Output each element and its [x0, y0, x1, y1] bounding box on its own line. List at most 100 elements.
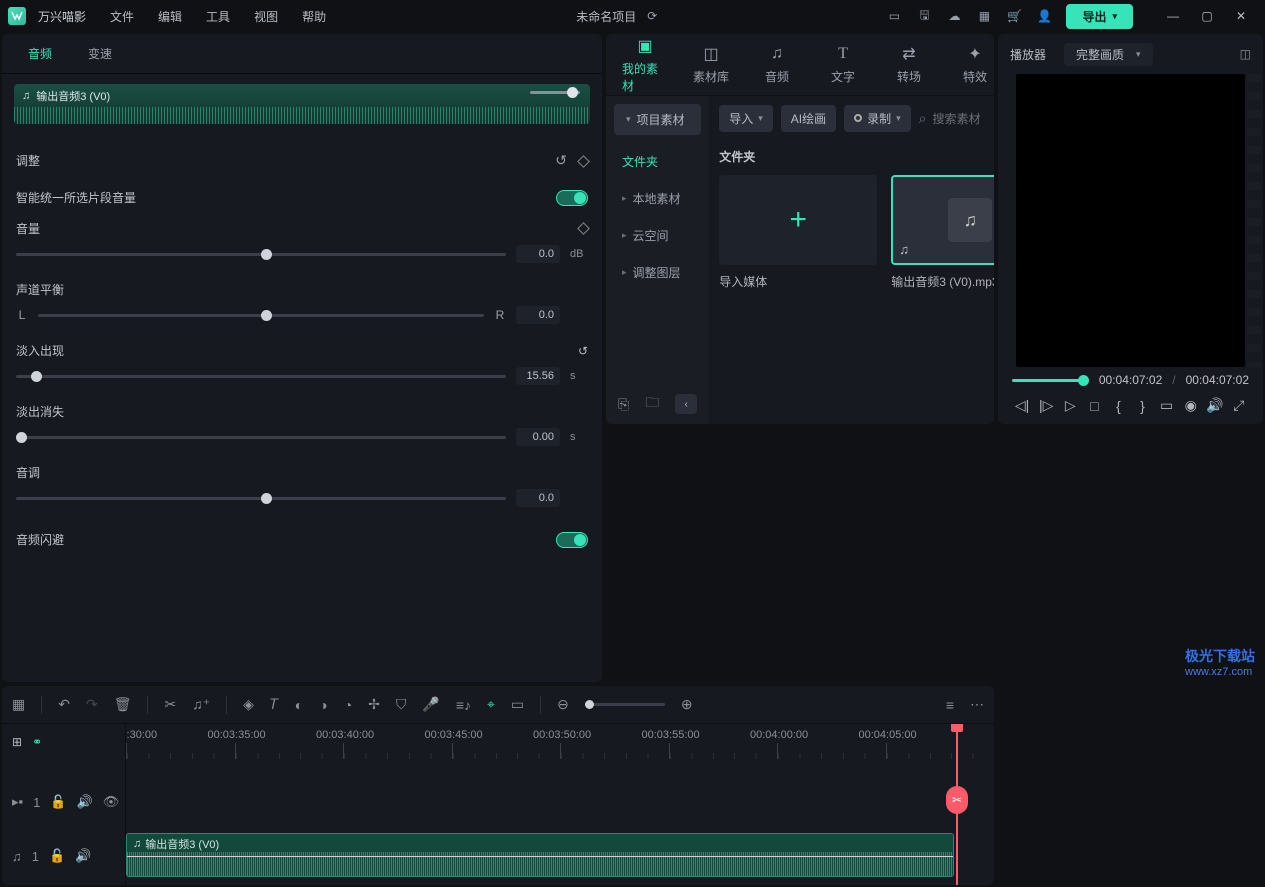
account-icon[interactable]: 👤	[1036, 8, 1052, 24]
zoom-out-icon[interactable]: ⊖	[557, 696, 569, 713]
fade-in-value[interactable]: 15.56	[516, 367, 560, 385]
folder-icon[interactable]: 🗀	[645, 392, 659, 416]
tab-text[interactable]: T文字	[810, 38, 876, 91]
cut-icon[interactable]: ✂	[164, 696, 176, 713]
sidebar-item-local[interactable]: ▸本地素材	[606, 180, 709, 217]
volume-envelope[interactable]	[127, 856, 953, 857]
menu-tools[interactable]: 工具	[206, 8, 230, 25]
tab-effects[interactable]: ✦特效	[942, 38, 994, 91]
keyframe-diamond-icon[interactable]	[579, 153, 588, 169]
magnet-icon[interactable]: ⌖	[487, 696, 495, 713]
track-options-icon[interactable]: ≡	[946, 697, 954, 713]
stop-icon[interactable]: □	[1083, 398, 1105, 414]
export-button[interactable]: 导出 ▾	[1066, 4, 1133, 29]
link-icon[interactable]: ⚭	[32, 735, 42, 749]
progress-knob[interactable]	[1078, 375, 1089, 386]
redo-icon[interactable]: ↷	[86, 696, 98, 713]
settings-icon[interactable]: ⋯	[970, 696, 984, 713]
mixer-icon[interactable]: ≡♪	[456, 697, 471, 713]
tab-stock[interactable]: ◫素材库	[678, 38, 744, 91]
timeline-ruler[interactable]: 00:03:30:00 00:03:35:00 00:03:40:00 00:0…	[126, 724, 994, 759]
import-media-card[interactable]: +	[719, 175, 877, 265]
mark-out-icon[interactable]: }	[1132, 398, 1154, 414]
clip-mini-slider[interactable]	[530, 91, 580, 94]
sidebar-item-cloud[interactable]: ▸云空间	[606, 217, 709, 254]
volume-icon[interactable]: 🔊	[1204, 397, 1226, 414]
cart-icon[interactable]: 🛒	[1006, 8, 1022, 24]
playhead-flag[interactable]	[951, 724, 963, 732]
quality-select[interactable]: 完整画质▾	[1064, 43, 1153, 66]
playback-progress[interactable]	[1012, 379, 1089, 382]
undo-icon[interactable]: ↶	[58, 696, 70, 713]
mute-icon[interactable]: 🔊	[75, 848, 91, 864]
visibility-icon[interactable]: 👁	[103, 794, 120, 810]
mic-icon[interactable]: 🎤	[422, 696, 439, 713]
timeline-audio-clip[interactable]: ♫输出音频3 (V0)	[126, 833, 954, 877]
window-minimize[interactable]: —	[1157, 4, 1189, 28]
text-tool-icon[interactable]: 𝑇	[270, 696, 279, 713]
window-maximize[interactable]: ▢	[1191, 4, 1223, 28]
add-track-icon[interactable]: ⊞	[12, 735, 22, 749]
playhead-cut-icon[interactable]: ✂	[946, 786, 968, 814]
next-frame-icon[interactable]: |▷	[1035, 397, 1057, 414]
menu-help[interactable]: 帮助	[302, 8, 326, 25]
cloud-icon[interactable]: ☁	[946, 8, 962, 24]
keyframe-diamond-icon[interactable]	[577, 222, 590, 235]
fullscreen-icon[interactable]: ⤢	[1228, 397, 1250, 414]
screen-icon[interactable]: ▭	[1156, 397, 1178, 414]
video-track-icon[interactable]: ▸▪	[12, 794, 23, 810]
collapse-sidebar-button[interactable]: ‹	[675, 394, 697, 414]
reset-icon[interactable]: ↺	[555, 152, 567, 169]
marker-icon[interactable]: ▭	[511, 696, 524, 713]
record-button[interactable]: 录制▾	[844, 105, 911, 132]
video-track-row[interactable]	[126, 777, 994, 827]
prev-frame-icon[interactable]: ◁|	[1011, 397, 1033, 414]
shield-icon[interactable]: ⛉	[396, 696, 407, 713]
zoom-in-icon[interactable]: ⊕	[681, 696, 693, 713]
smart-volume-toggle[interactable]	[556, 190, 588, 206]
pitch-slider[interactable]	[16, 497, 506, 500]
menu-view[interactable]: 视图	[254, 8, 278, 25]
pitch-value[interactable]: 0.0	[516, 489, 560, 507]
save-icon[interactable]: 🖫	[916, 8, 932, 24]
lock-icon[interactable]: 🔓	[49, 848, 65, 864]
balance-value[interactable]: 0.0	[516, 306, 560, 324]
layout-icon[interactable]: ▦	[12, 696, 25, 713]
speed-icon[interactable]: ◐	[295, 697, 303, 713]
sync-icon[interactable]: ⟳	[644, 8, 660, 24]
tab-transition[interactable]: ⇄转场	[876, 38, 942, 91]
ducking-toggle[interactable]	[556, 532, 588, 548]
tab-my-media[interactable]: ▣我的素材	[612, 34, 678, 100]
audio-track-row[interactable]: ♫输出音频3 (V0)	[126, 831, 994, 881]
ai-paint-button[interactable]: AI绘画	[781, 105, 836, 132]
sidebar-item-adjust[interactable]: ▸调整图层	[606, 254, 709, 291]
video-preview[interactable]	[1016, 74, 1245, 367]
selected-clip-chip[interactable]: ♫输出音频3 (V0)	[14, 84, 590, 124]
tab-audio[interactable]: ♫音频	[744, 38, 810, 91]
zoom-slider[interactable]	[585, 703, 665, 706]
lock-icon[interactable]: 🔓	[50, 794, 66, 810]
audio-track-icon[interactable]: ♫	[12, 849, 22, 864]
search-input[interactable]: 搜索素材	[919, 110, 993, 127]
play-icon[interactable]: ▷	[1059, 397, 1081, 414]
device-icon[interactable]: ▭	[886, 8, 902, 24]
new-folder-icon[interactable]: ⎘	[618, 396, 629, 413]
import-button[interactable]: 导入▾	[719, 105, 773, 132]
project-media-button[interactable]: ▾项目素材	[614, 104, 701, 135]
fade-out-slider[interactable]	[16, 436, 506, 439]
tag-icon[interactable]: ◈	[243, 696, 254, 713]
folder-heading[interactable]: 文件夹	[606, 143, 709, 180]
color-icon[interactable]: ◑	[319, 697, 327, 713]
apps-icon[interactable]: ▦	[976, 8, 992, 24]
camera-icon[interactable]: ◉	[1180, 397, 1202, 414]
delete-icon[interactable]: 🗑	[114, 696, 132, 713]
audio-media-card[interactable]: ♫ ♫ +	[891, 175, 994, 265]
playhead[interactable]: ✂	[956, 724, 958, 885]
mute-icon[interactable]: 🔊	[77, 794, 93, 810]
reset-icon[interactable]: ↺	[578, 344, 588, 358]
project-name[interactable]: 未命名项目	[576, 8, 636, 25]
tab-speed[interactable]: 变速	[70, 37, 130, 70]
fade-in-slider[interactable]	[16, 375, 506, 378]
volume-value[interactable]: 0.0	[516, 245, 560, 263]
snapshot-icon[interactable]: ◫	[1240, 47, 1251, 61]
